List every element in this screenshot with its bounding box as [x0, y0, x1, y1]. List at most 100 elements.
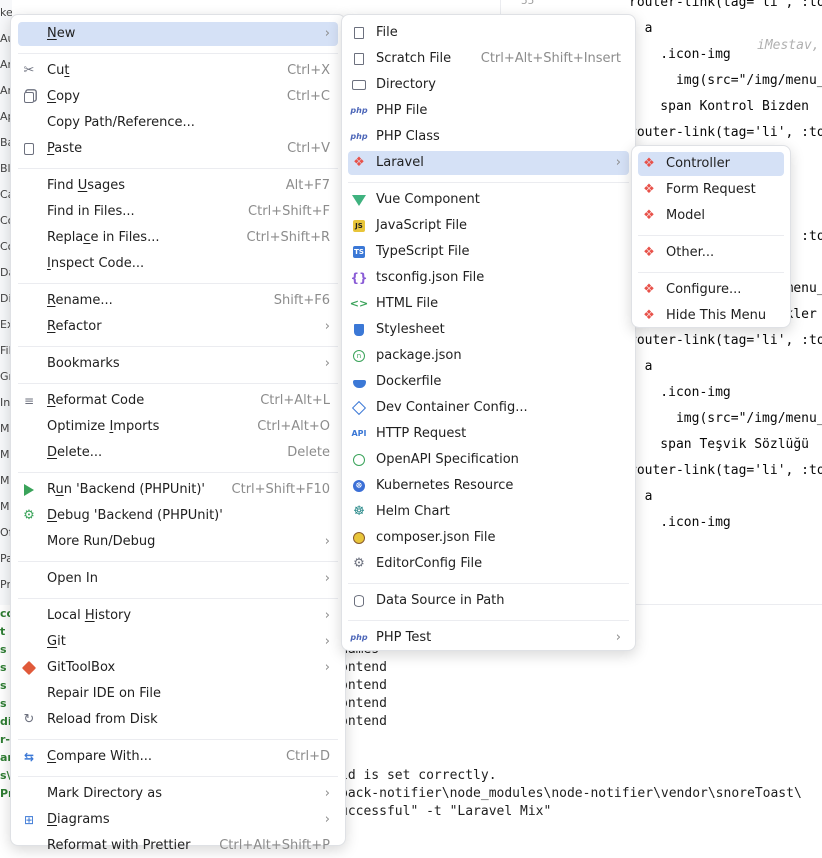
new-menu-item-html-file[interactable]: <> HTML File [348, 292, 629, 316]
new-menu-item-label: Scratch File [376, 51, 452, 66]
main-menu-item-label: Debug 'Backend (PHPUnit)' [47, 508, 223, 523]
shortcut-hint: Alt+F7 [285, 178, 330, 193]
chevron-right-icon: › [324, 534, 330, 549]
debug-icon: ⚙ [23, 508, 35, 523]
chevron-right-icon: › [324, 319, 330, 334]
main-menu-item-git[interactable]: Git › [18, 630, 338, 654]
new-menu-item-http-request[interactable]: API HTTP Request [348, 422, 629, 446]
laravel-menu-item-configure[interactable]: ❖ Configure... [638, 278, 784, 302]
main-menu-item-compare-with[interactable]: ⇆ Compare With... Ctrl+D [18, 745, 338, 769]
main-menu-item-find-in-files[interactable]: Find in Files... Ctrl+Shift+F [18, 200, 338, 224]
new-menu-item-file[interactable]: File [348, 21, 629, 45]
main-menu-item-reload-from-disk[interactable]: ↻ Reload from Disk [18, 708, 338, 732]
main-menu-item-repair-ide-on-file[interactable]: Repair IDE on File [18, 682, 338, 706]
main-menu-item-replace-in-files[interactable]: Replace in Files... Ctrl+Shift+R [18, 226, 338, 250]
kubernetes-icon: ☸ [352, 479, 366, 493]
menu-separator [18, 598, 338, 599]
new-menu-item-vue-component[interactable]: Vue Component [348, 188, 629, 212]
main-menu-item-label: Find in Files... [47, 204, 135, 219]
new-menu-item-composer-json-file[interactable]: composer.json File [348, 526, 629, 550]
new-menu-item-editorconfig-file[interactable]: ⚙ EditorConfig File [348, 552, 629, 576]
new-menu-item-stylesheet[interactable]: Stylesheet [348, 318, 629, 342]
main-menu-item-paste[interactable]: Paste Ctrl+V [18, 137, 338, 161]
code-line: .icon-img [629, 47, 731, 62]
new-menu-item-label: Directory [376, 77, 436, 92]
main-menu-item-find-usages[interactable]: Find Usages Alt+F7 [18, 174, 338, 198]
main-menu-item-cut[interactable]: ✂ Cut Ctrl+X [18, 59, 338, 83]
new-menu-item-openapi-specification[interactable]: OpenAPI Specification [348, 448, 629, 472]
main-menu-item-label: Copy Path/Reference... [47, 115, 195, 130]
main-menu-item-copy-path-reference[interactable]: Copy Path/Reference... [18, 111, 338, 135]
new-menu-item-kubernetes-resource[interactable]: ☸ Kubernetes Resource [348, 474, 629, 498]
code-line: span Teşvik Sözlüğü [629, 437, 810, 452]
main-menu-item-gittoolbox[interactable]: GitToolBox › [18, 656, 338, 680]
laravel-menu-item-hide-this-menu[interactable]: ❖ Hide This Menu [638, 304, 784, 328]
folder-icon [352, 78, 366, 92]
laravel-icon: ❖ [353, 155, 365, 170]
code-line: span Kontrol Bizden [629, 99, 810, 114]
new-menu-item-label: Data Source in Path [376, 593, 505, 608]
new-menu-item-package-json[interactable]: n package.json [348, 344, 629, 368]
main-menu-item-copy[interactable]: Copy Ctrl+C [18, 85, 338, 109]
main-menu-item-optimize-imports[interactable]: Optimize Imports Ctrl+Alt+O [18, 415, 338, 439]
laravel-icon: ❖ [643, 308, 655, 323]
laravel-menu-item-controller[interactable]: ❖ Controller [638, 152, 784, 176]
main-menu-item-diagrams[interactable]: ⊞ Diagrams › [18, 808, 338, 832]
new-menu-item-label: PHP File [376, 103, 428, 118]
new-menu-item-dev-container-config[interactable]: Dev Container Config... [348, 396, 629, 420]
main-menu-item-run-backend-phpunit[interactable]: Run 'Backend (PHPUnit)' Ctrl+Shift+F10 [18, 478, 338, 502]
main-menu-item-open-in[interactable]: Open In › [18, 567, 338, 591]
shortcut-hint: Ctrl+V [287, 141, 330, 156]
new-menu-item-tsconfig-json-file[interactable]: {} tsconfig.json File [348, 266, 629, 290]
new-menu-item-javascript-file[interactable]: JS JavaScript File [348, 214, 629, 238]
reformat-icon: ≡ [23, 394, 35, 408]
main-menu-item-label: Reformat Code [47, 393, 145, 408]
new-menu-item-php-test[interactable]: php PHP Test › [348, 626, 629, 650]
main-menu-item-mark-directory-as[interactable]: Mark Directory as › [18, 782, 338, 806]
main-menu-item-bookmarks[interactable]: Bookmarks › [18, 352, 338, 376]
laravel-menu-item-model[interactable]: ❖ Model [638, 204, 784, 228]
menu-separator [18, 283, 338, 284]
shortcut-hint: Ctrl+Alt+Shift+Insert [480, 51, 621, 66]
package-json-icon: n [352, 349, 366, 363]
shortcut-hint: Ctrl+Alt+L [260, 393, 330, 408]
main-menu-item-label: Bookmarks [47, 356, 120, 371]
main-menu-item-debug-backend-phpunit[interactable]: ⚙ Debug 'Backend (PHPUnit)' [18, 504, 338, 528]
console-line: ontend [340, 678, 387, 693]
new-menu-item-directory[interactable]: Directory [348, 73, 629, 97]
main-menu-item-reformat-code[interactable]: ≡ Reformat Code Ctrl+Alt+L [18, 389, 338, 413]
laravel-menu-item-other[interactable]: ❖ Other... [638, 241, 784, 265]
run-icon [22, 483, 36, 497]
main-menu-item-label: Diagrams [47, 812, 110, 827]
main-menu-item-delete[interactable]: Delete... Delete [18, 441, 338, 465]
console-line: id is set correctly. [340, 768, 497, 783]
laravel-icon: ❖ [643, 182, 655, 197]
code-line: router-link(tag='li', :to [629, 333, 822, 348]
new-menu-item-scratch-file[interactable]: Scratch File Ctrl+Alt+Shift+Insert [348, 47, 629, 71]
main-menu-item-inspect-code[interactable]: Inspect Code... [18, 252, 338, 276]
shortcut-hint: Delete [287, 445, 330, 460]
new-menu-item-php-file[interactable]: php PHP File [348, 99, 629, 123]
new-menu-item-helm-chart[interactable]: ☸ Helm Chart [348, 500, 629, 524]
new-menu-item-dockerfile[interactable]: Dockerfile [348, 370, 629, 394]
main-menu-item-local-history[interactable]: Local History › [18, 604, 338, 628]
laravel-menu-item-form-request[interactable]: ❖ Form Request [638, 178, 784, 202]
laravel-icon: ❖ [643, 245, 655, 260]
main-menu-item-refactor[interactable]: Refactor › [18, 315, 338, 339]
new-menu-item-label: TypeScript File [376, 244, 470, 259]
new-menu-item-data-source-in-path[interactable]: Data Source in Path [348, 589, 629, 613]
new-menu-item-laravel[interactable]: ❖ Laravel › [348, 151, 629, 175]
main-menu-item-reformat-with-prettier[interactable]: Reformat with Prettier Ctrl+Alt+Shift+P [18, 834, 338, 858]
new-menu-item-typescript-file[interactable]: TS TypeScript File [348, 240, 629, 264]
main-menu-item-label: Refactor [47, 319, 102, 334]
main-menu-item-label: Replace in Files... [47, 230, 160, 245]
main-menu-item-more-run-debug[interactable]: More Run/Debug › [18, 530, 338, 554]
main-menu-item-label: Optimize Imports [47, 419, 160, 434]
main-menu-item-rename[interactable]: Rename... Shift+F6 [18, 289, 338, 313]
chevron-right-icon: › [324, 608, 330, 623]
main-menu-item-label: Git [47, 634, 66, 649]
new-menu-item-php-class[interactable]: php PHP Class [348, 125, 629, 149]
main-menu-item-new[interactable]: New › [18, 22, 338, 46]
new-menu-item-label: Vue Component [376, 192, 480, 207]
composer-icon [352, 531, 366, 545]
